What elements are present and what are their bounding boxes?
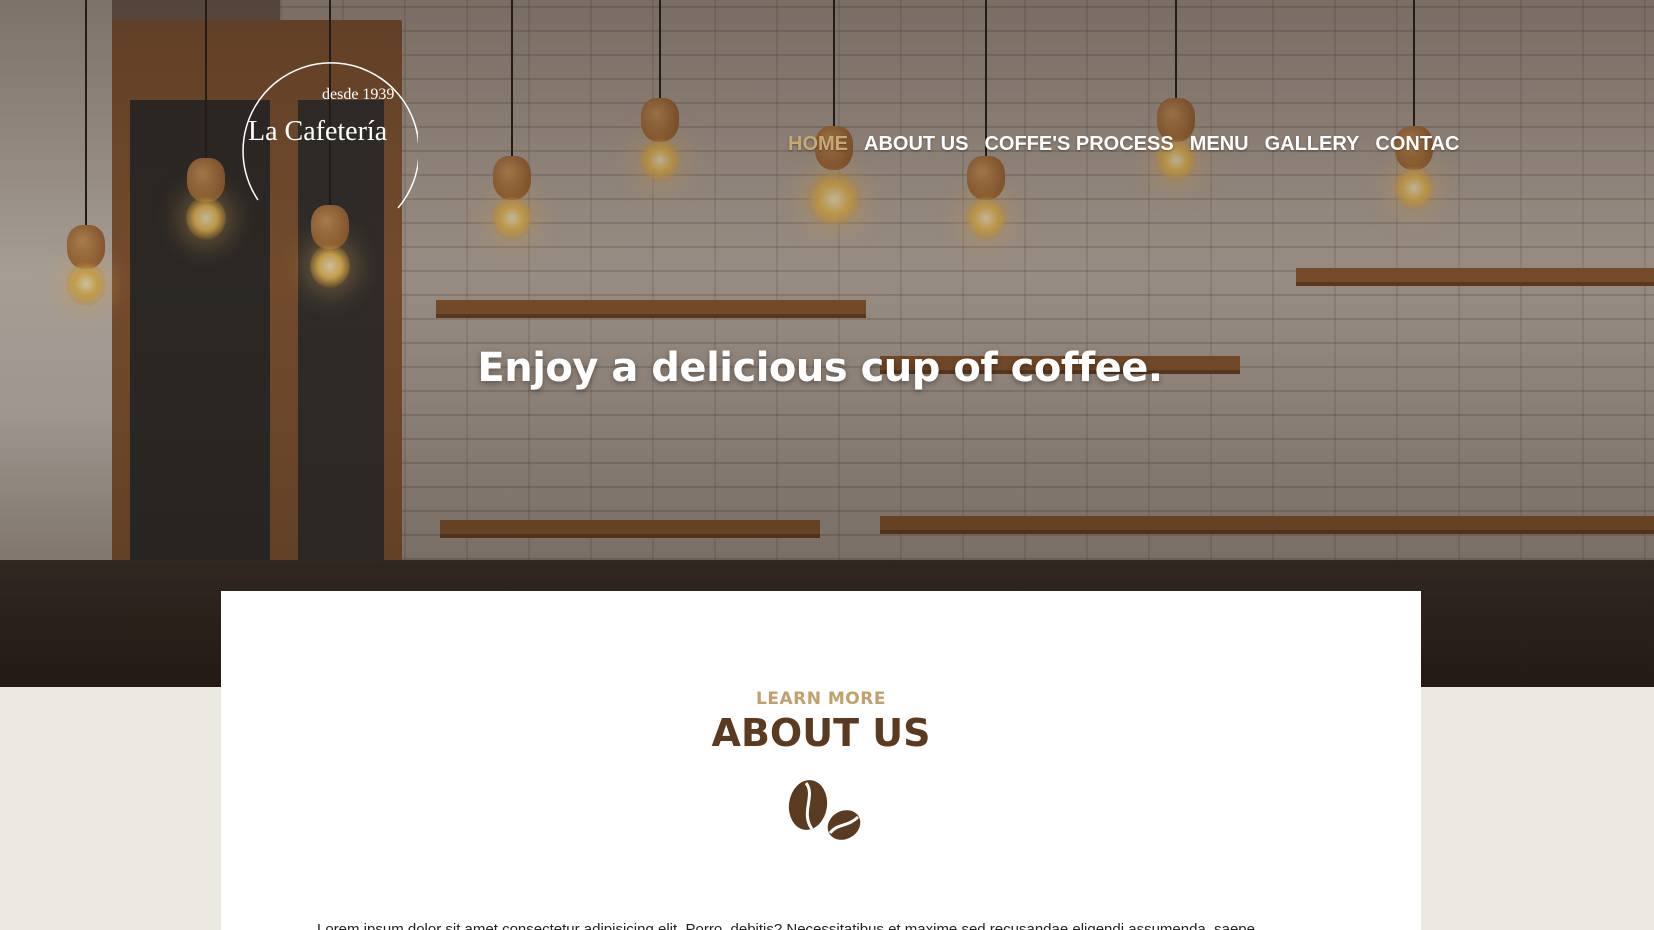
nav-item-contact[interactable]: CONTAC bbox=[1375, 133, 1459, 156]
logo-since-text: desde 1939 bbox=[322, 86, 395, 103]
about-title: ABOUT US bbox=[711, 711, 931, 755]
nav-item-menu[interactable]: MENU bbox=[1190, 133, 1249, 156]
about-eyebrow: LEARN MORE bbox=[756, 689, 886, 709]
hero-title: Enjoy a delicious cup of coffee. bbox=[477, 345, 1163, 391]
nav-item-gallery[interactable]: GALLERY bbox=[1265, 133, 1360, 156]
nav-item-home[interactable]: HOME bbox=[788, 133, 848, 156]
about-section: LEARN MORE ABOUT US Lorem ipsum dolor si… bbox=[221, 591, 1421, 930]
main-nav: HOME ABOUT US COFFE'S PROCESS MENU GALLE… bbox=[788, 133, 1459, 156]
nav-item-coffee-process[interactable]: COFFE'S PROCESS bbox=[984, 133, 1173, 156]
nav-item-about-us[interactable]: ABOUT US bbox=[864, 133, 968, 156]
coffee-beans-icon bbox=[788, 780, 861, 840]
hero-section: desde 1939 La Cafetería HOME ABOUT US CO… bbox=[0, 0, 1654, 687]
logo-name-text: La Cafetería bbox=[248, 116, 388, 147]
about-paragraph: Lorem ipsum dolor sit amet consectetur a… bbox=[317, 921, 1255, 930]
brand-logo[interactable]: desde 1939 La Cafetería bbox=[238, 50, 418, 236]
